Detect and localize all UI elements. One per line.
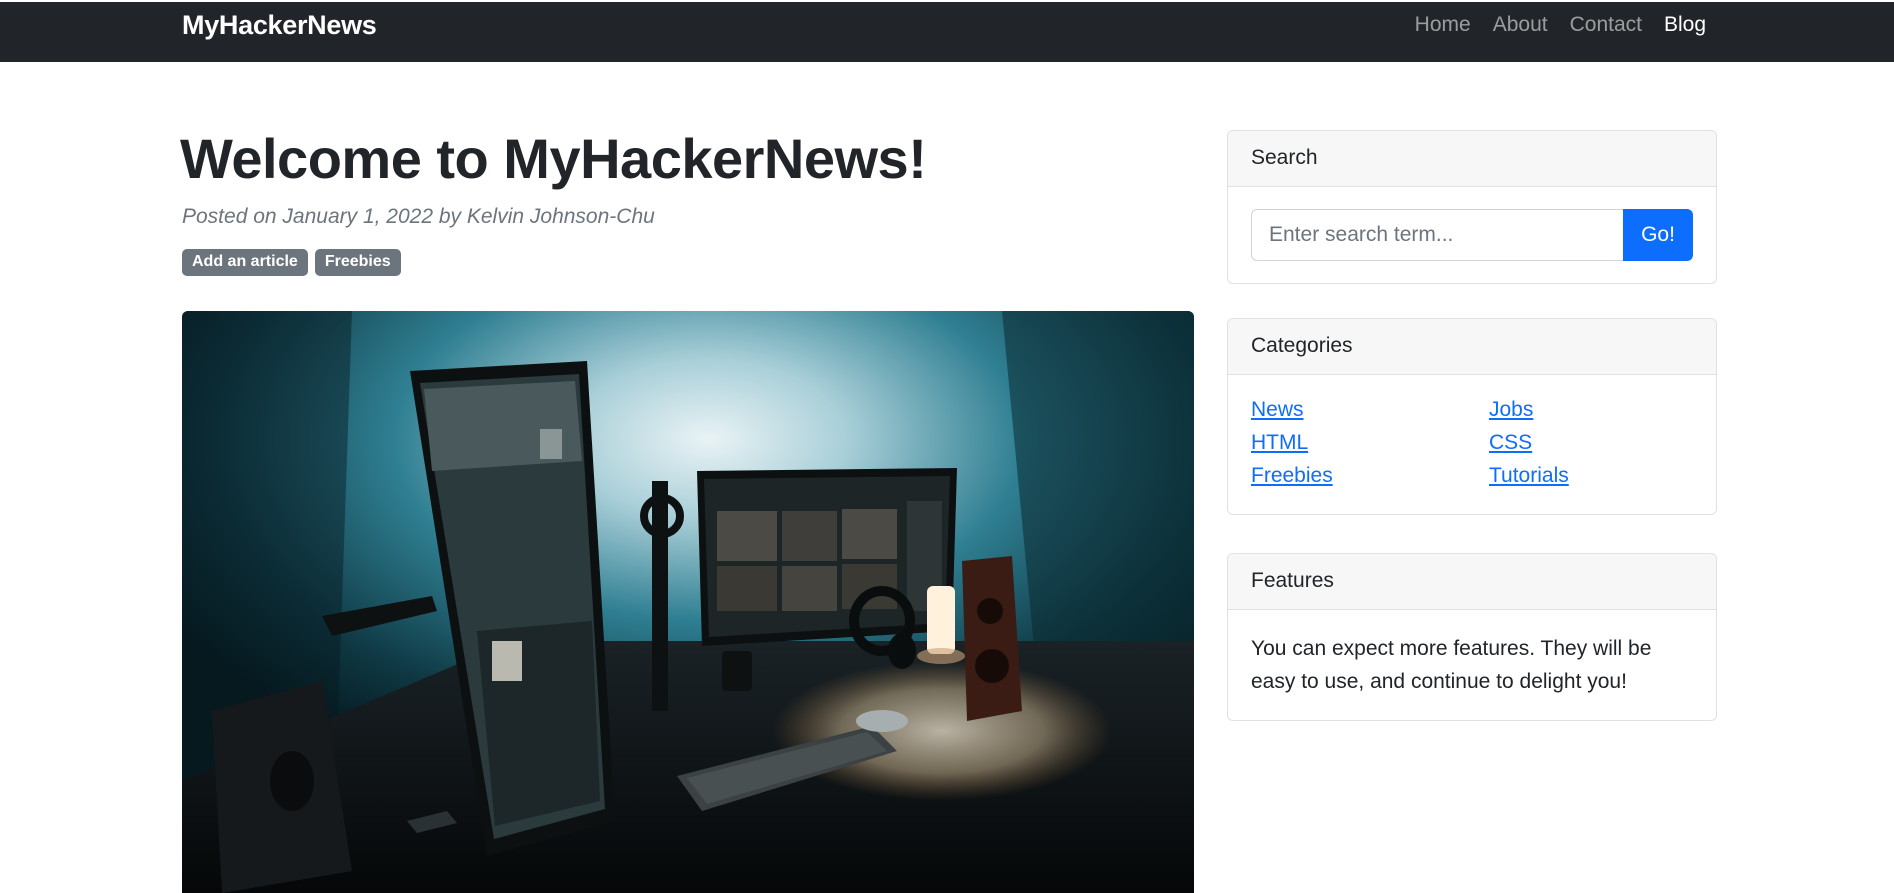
nav-link-contact[interactable]: Contact [1570,13,1642,37]
badge-add-article[interactable]: Add an article [182,249,308,276]
search-input[interactable] [1251,209,1623,261]
post-hero-image [182,311,1194,893]
search-card-body: Go! [1228,187,1716,283]
features-card-header: Features [1228,554,1716,610]
post-badges: Add an article Freebies [182,249,401,276]
brand-logo-link[interactable]: MyHackerNews [182,10,377,41]
nav-links: Home About Contact Blog [1415,13,1706,37]
badge-freebies[interactable]: Freebies [314,249,401,276]
category-link-html[interactable]: HTML [1251,426,1489,459]
nav-link-home[interactable]: Home [1415,13,1471,37]
categories-card-header: Categories [1228,319,1716,375]
categories-card-body: News Jobs HTML CSS Freebies Tutorials [1228,375,1716,514]
features-card: Features You can expect more features. T… [1227,553,1717,721]
nav-link-about[interactable]: About [1493,13,1548,37]
categories-grid: News Jobs HTML CSS Freebies Tutorials [1251,393,1693,492]
category-link-tutorials[interactable]: Tutorials [1489,459,1689,492]
category-link-css[interactable]: CSS [1489,426,1689,459]
category-link-freebies[interactable]: Freebies [1251,459,1489,492]
categories-card: Categories News Jobs HTML CSS Freebies T… [1227,318,1717,515]
category-link-news[interactable]: News [1251,393,1489,426]
search-card: Search Go! [1227,130,1717,284]
desk-setup-illustration [182,311,1194,893]
search-card-header: Search [1228,131,1716,187]
post-meta: Posted on January 1, 2022 by Kelvin John… [182,205,655,228]
search-go-button[interactable]: Go! [1623,209,1693,261]
top-navbar: MyHackerNews Home About Contact Blog [0,0,1894,62]
category-link-jobs[interactable]: Jobs [1489,393,1689,426]
nav-link-blog[interactable]: Blog [1664,13,1706,37]
search-group: Go! [1251,209,1693,261]
post-title: Welcome to MyHackerNews! [180,127,927,190]
features-card-body: You can expect more features. They will … [1251,637,1652,693]
